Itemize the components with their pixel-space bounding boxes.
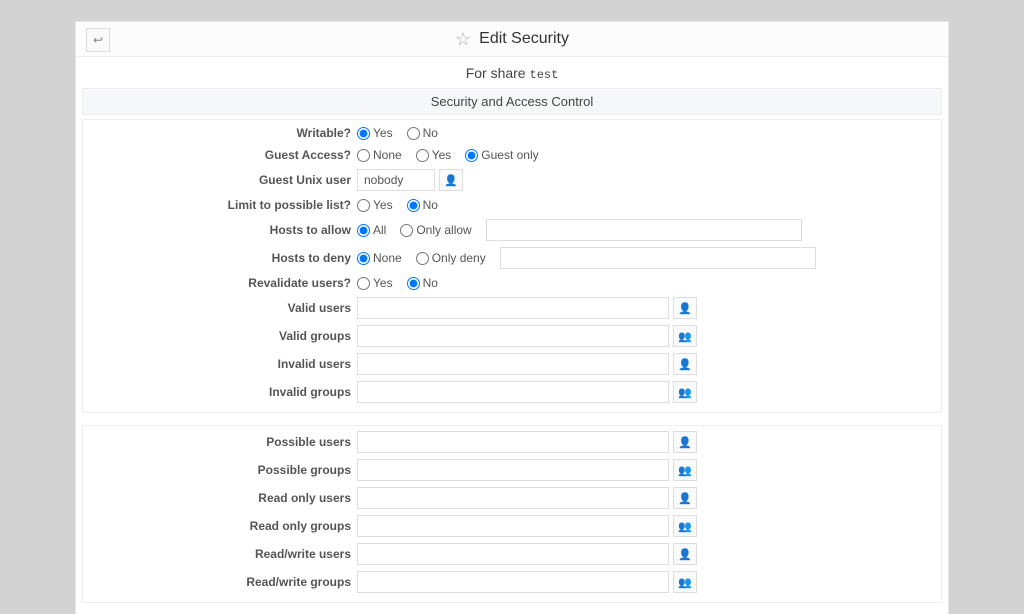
label-read-only-groups: Read only groups [89, 519, 357, 533]
read-only-users-picker[interactable]: 👤 [673, 487, 697, 509]
hosts-deny-none[interactable]: None [357, 251, 402, 265]
revalidate-yes[interactable]: Yes [357, 276, 393, 290]
valid-users-input[interactable] [357, 297, 669, 319]
possible-groups-input[interactable] [357, 459, 669, 481]
star-icon: ☆ [455, 30, 471, 48]
label-limit-possible: Limit to possible list? [89, 198, 357, 212]
group-icon: 👥 [678, 576, 692, 589]
user-icon: 👤 [678, 302, 692, 315]
group-icon: 👥 [678, 386, 692, 399]
hosts-allow-all[interactable]: All [357, 223, 386, 237]
possible-users-picker[interactable]: 👤 [673, 431, 697, 453]
label-valid-users: Valid users [89, 301, 357, 315]
guest-unix-user-picker[interactable]: 👤 [439, 169, 463, 191]
guest-yes[interactable]: Yes [416, 148, 452, 162]
guest-unix-user-input[interactable] [357, 169, 435, 191]
limit-no[interactable]: No [407, 198, 438, 212]
user-icon: 👤 [678, 492, 692, 505]
section-heading: Security and Access Control [82, 88, 942, 115]
label-revalidate: Revalidate users? [89, 276, 357, 290]
group-icon: 👥 [678, 520, 692, 533]
user-icon: 👤 [678, 548, 692, 561]
possible-users-input[interactable] [357, 431, 669, 453]
back-button[interactable]: ↩ [86, 28, 110, 52]
revalidate-no[interactable]: No [407, 276, 438, 290]
read-only-groups-picker[interactable]: 👥 [673, 515, 697, 537]
writable-no[interactable]: No [407, 126, 438, 140]
valid-groups-input[interactable] [357, 325, 669, 347]
user-icon: 👤 [444, 174, 458, 187]
label-valid-groups: Valid groups [89, 329, 357, 343]
hosts-deny-only[interactable]: Only deny [416, 251, 486, 265]
possible-groups-picker[interactable]: 👥 [673, 459, 697, 481]
label-possible-users: Possible users [89, 435, 357, 449]
user-icon: 👤 [678, 436, 692, 449]
main-panel: ↩ ☆ Edit Security For share test Securit… [76, 22, 948, 614]
hosts-allow-input[interactable] [486, 219, 802, 241]
guest-none[interactable]: None [357, 148, 402, 162]
read-only-groups-input[interactable] [357, 515, 669, 537]
invalid-users-picker[interactable]: 👤 [673, 353, 697, 375]
hosts-deny-input[interactable] [500, 247, 816, 269]
read-write-users-picker[interactable]: 👤 [673, 543, 697, 565]
label-guest-access: Guest Access? [89, 148, 357, 162]
label-invalid-users: Invalid users [89, 357, 357, 371]
invalid-users-input[interactable] [357, 353, 669, 375]
read-only-users-input[interactable] [357, 487, 669, 509]
label-read-only-users: Read only users [89, 491, 357, 505]
label-invalid-groups: Invalid groups [89, 385, 357, 399]
limit-yes[interactable]: Yes [357, 198, 393, 212]
label-guest-unix-user: Guest Unix user [89, 173, 357, 187]
read-write-groups-picker[interactable]: 👥 [673, 571, 697, 593]
writable-yes[interactable]: Yes [357, 126, 393, 140]
label-read-write-users: Read/write users [89, 547, 357, 561]
valid-users-picker[interactable]: 👤 [673, 297, 697, 319]
invalid-groups-input[interactable] [357, 381, 669, 403]
label-read-write-groups: Read/write groups [89, 575, 357, 589]
read-write-users-input[interactable] [357, 543, 669, 565]
panel-header: ↩ ☆ Edit Security [76, 22, 948, 57]
read-write-groups-input[interactable] [357, 571, 669, 593]
label-possible-groups: Possible groups [89, 463, 357, 477]
page-title: Edit Security [479, 30, 569, 48]
guest-only[interactable]: Guest only [465, 148, 538, 162]
label-writable: Writable? [89, 126, 357, 140]
group-icon: 👥 [678, 464, 692, 477]
label-hosts-allow: Hosts to allow [89, 223, 357, 237]
hosts-allow-only[interactable]: Only allow [400, 223, 471, 237]
arrow-left-return-icon: ↩ [93, 33, 103, 47]
user-icon: 👤 [678, 358, 692, 371]
label-hosts-deny: Hosts to deny [89, 251, 357, 265]
invalid-groups-picker[interactable]: 👥 [673, 381, 697, 403]
group-icon: 👥 [678, 330, 692, 343]
valid-groups-picker[interactable]: 👥 [673, 325, 697, 347]
share-subtitle: For share test [76, 57, 948, 84]
